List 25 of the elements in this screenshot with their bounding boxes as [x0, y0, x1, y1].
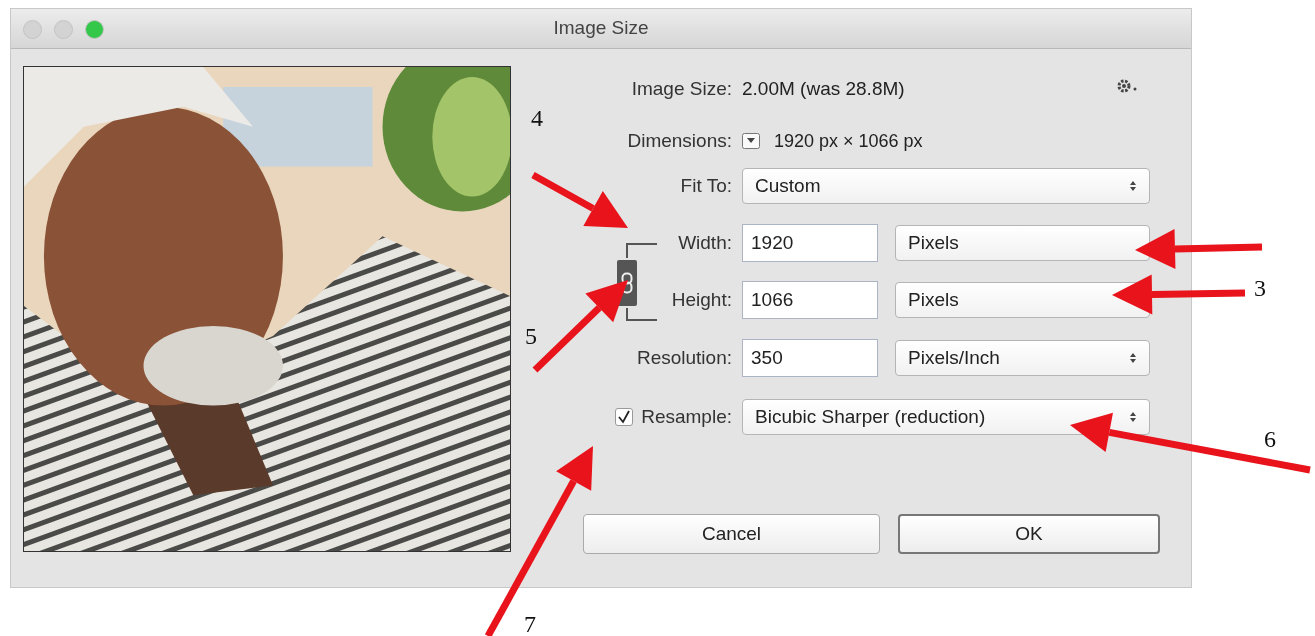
width-unit-dropdown[interactable]: Pixels — [895, 225, 1150, 261]
resolution-unit-dropdown[interactable]: Pixels/Inch — [895, 340, 1150, 376]
resample-dropdown[interactable]: Bicubic Sharper (reduction) — [742, 399, 1150, 435]
ok-button[interactable]: OK — [898, 514, 1160, 554]
width-label: Width: — [678, 230, 732, 255]
annotation-number: 6 — [1264, 425, 1276, 454]
window-title: Image Size — [553, 16, 649, 41]
height-unit-dropdown[interactable]: Pixels — [895, 282, 1150, 318]
dimensions-value: 1920 px × 1066 px — [774, 129, 923, 153]
width-field[interactable]: 1920 — [742, 224, 878, 262]
height-field[interactable]: 1066 — [742, 281, 878, 319]
image-size-label: Image Size: — [631, 76, 732, 101]
fit-to-dropdown[interactable]: Custom — [742, 168, 1150, 204]
image-size-value: 2.00M (was 28.8M) — [742, 76, 905, 101]
resolution-field[interactable]: 350 — [742, 339, 878, 377]
cancel-button[interactable]: Cancel — [583, 514, 880, 554]
annotation-number: 5 — [525, 322, 537, 351]
annotation-number: 7 — [524, 610, 536, 636]
resolution-label: Resolution: — [636, 345, 732, 370]
annotation-number: 4 — [531, 104, 543, 133]
annotation-number: 3 — [1254, 274, 1266, 303]
fit-to-label: Fit To: — [680, 173, 732, 198]
resample-label: Resample: — [641, 404, 732, 429]
dimensions-label: Dimensions: — [627, 128, 732, 153]
height-label: Height: — [671, 287, 732, 312]
